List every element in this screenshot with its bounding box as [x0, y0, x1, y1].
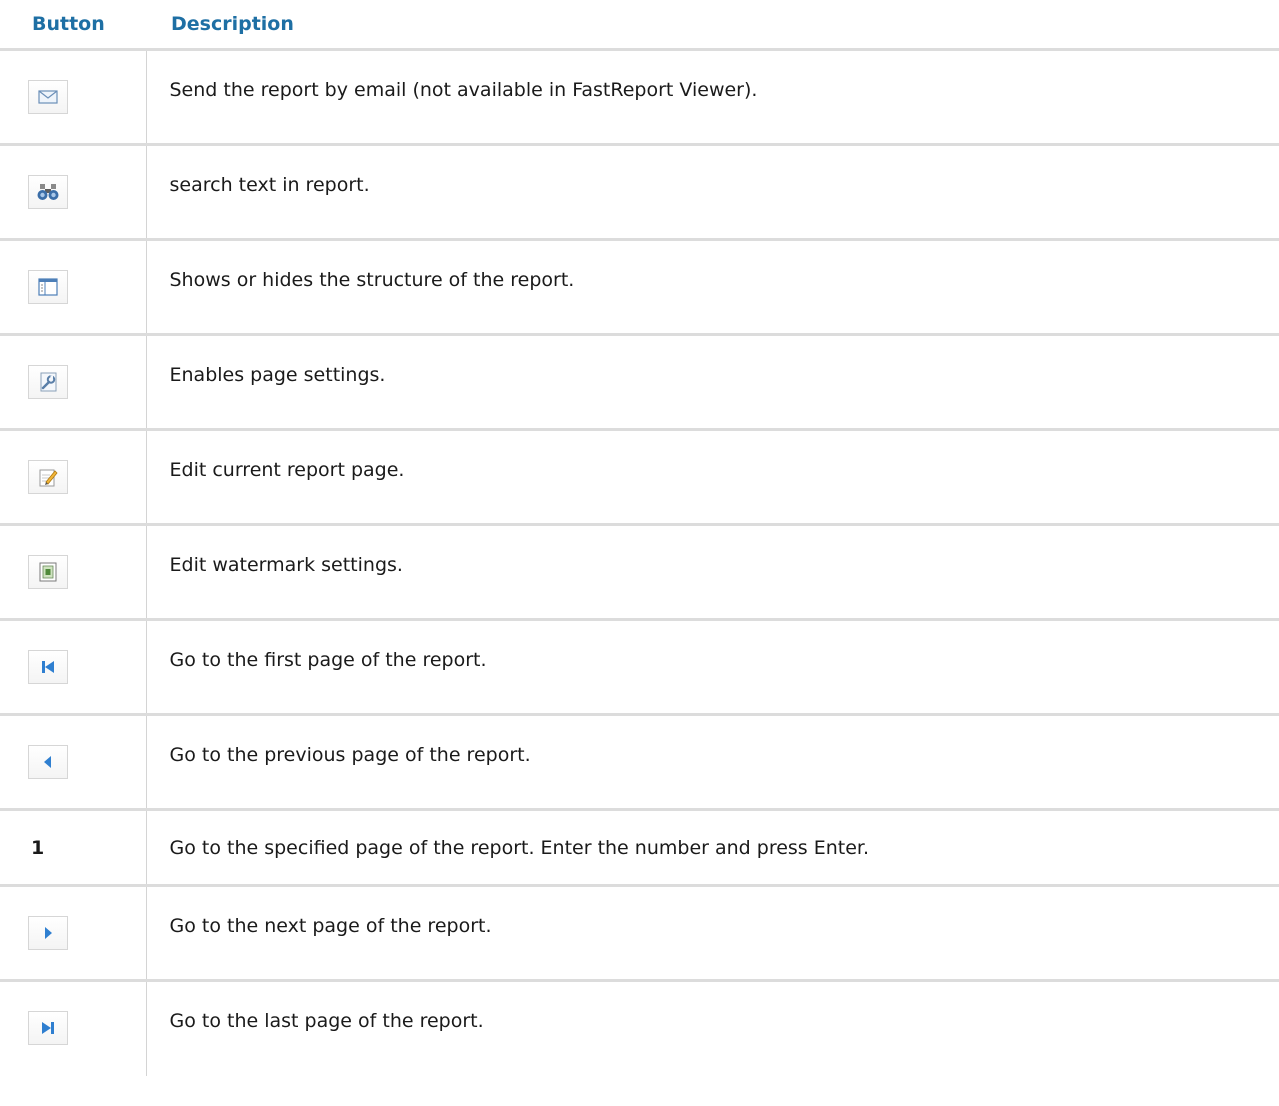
header-button: Button [0, 0, 146, 51]
table-row: Go to the next page of the report. [0, 885, 1279, 982]
table-row: Edit watermark settings. [0, 524, 1279, 621]
button-cell [0, 144, 147, 241]
button-cell: 1 [0, 809, 147, 887]
outline-button[interactable] [28, 270, 68, 304]
edit-page-icon [39, 469, 58, 487]
header-description: Description [146, 0, 1279, 51]
edit-page-button[interactable] [28, 460, 68, 494]
next-page-icon [45, 927, 52, 939]
email-button[interactable] [28, 80, 68, 114]
button-cell [0, 619, 147, 716]
first-page-button[interactable] [28, 650, 68, 684]
table-row: Enables page settings. [0, 334, 1279, 431]
last-page-icon [42, 1022, 54, 1034]
table-row: Go to the previous page of the report. [0, 714, 1279, 811]
button-cell [0, 885, 147, 982]
table-row: 1 Go to the specified page of the report… [0, 809, 1279, 887]
button-cell [0, 239, 147, 336]
buttons-table: Button Description Send the report by em… [0, 0, 1279, 1076]
table-row: Edit current report page. [0, 429, 1279, 526]
header-row: Button Description [0, 0, 1279, 51]
table-row: Go to the first page of the report. [0, 619, 1279, 716]
description-cell: Edit watermark settings. [146, 524, 1279, 621]
description-cell: Go to the next page of the report. [146, 885, 1279, 982]
description-cell: search text in report. [146, 144, 1279, 241]
outline-panel-icon [38, 278, 58, 296]
page-settings-icon [40, 372, 57, 392]
search-button[interactable] [28, 175, 68, 209]
page-settings-button[interactable] [28, 365, 68, 399]
table-row: search text in report. [0, 144, 1279, 241]
button-cell [0, 334, 147, 431]
button-cell [0, 429, 147, 526]
table-row: Send the report by email (not available … [0, 49, 1279, 146]
button-cell [0, 524, 147, 621]
previous-page-button[interactable] [28, 745, 68, 779]
button-cell [0, 980, 147, 1076]
description-cell: Go to the last page of the report. [169, 1010, 484, 1032]
table-row: Go to the last page of the report. [0, 980, 1279, 1076]
button-cell [0, 714, 147, 811]
last-page-button[interactable] [28, 1011, 68, 1045]
description-cell: Go to the previous page of the report. [146, 714, 1279, 811]
table-row: Shows or hides the structure of the repo… [0, 239, 1279, 336]
button-cell [0, 49, 147, 146]
description-cell: Go to the first page of the report. [146, 619, 1279, 716]
description-cell: Enables page settings. [146, 334, 1279, 431]
next-page-button[interactable] [28, 916, 68, 950]
previous-page-icon [44, 756, 51, 768]
watermark-button[interactable] [28, 555, 68, 589]
watermark-icon [39, 562, 57, 582]
description-cell: Edit current report page. [146, 429, 1279, 526]
email-icon [38, 90, 58, 104]
binoculars-icon [37, 184, 59, 200]
description-cell: Send the report by email (not available … [146, 49, 1279, 146]
first-page-icon [42, 661, 54, 673]
page-number-field[interactable]: 1 [28, 837, 44, 859]
description-cell: Go to the specified page of the report. … [146, 809, 1279, 887]
description-cell: Shows or hides the structure of the repo… [146, 239, 1279, 336]
